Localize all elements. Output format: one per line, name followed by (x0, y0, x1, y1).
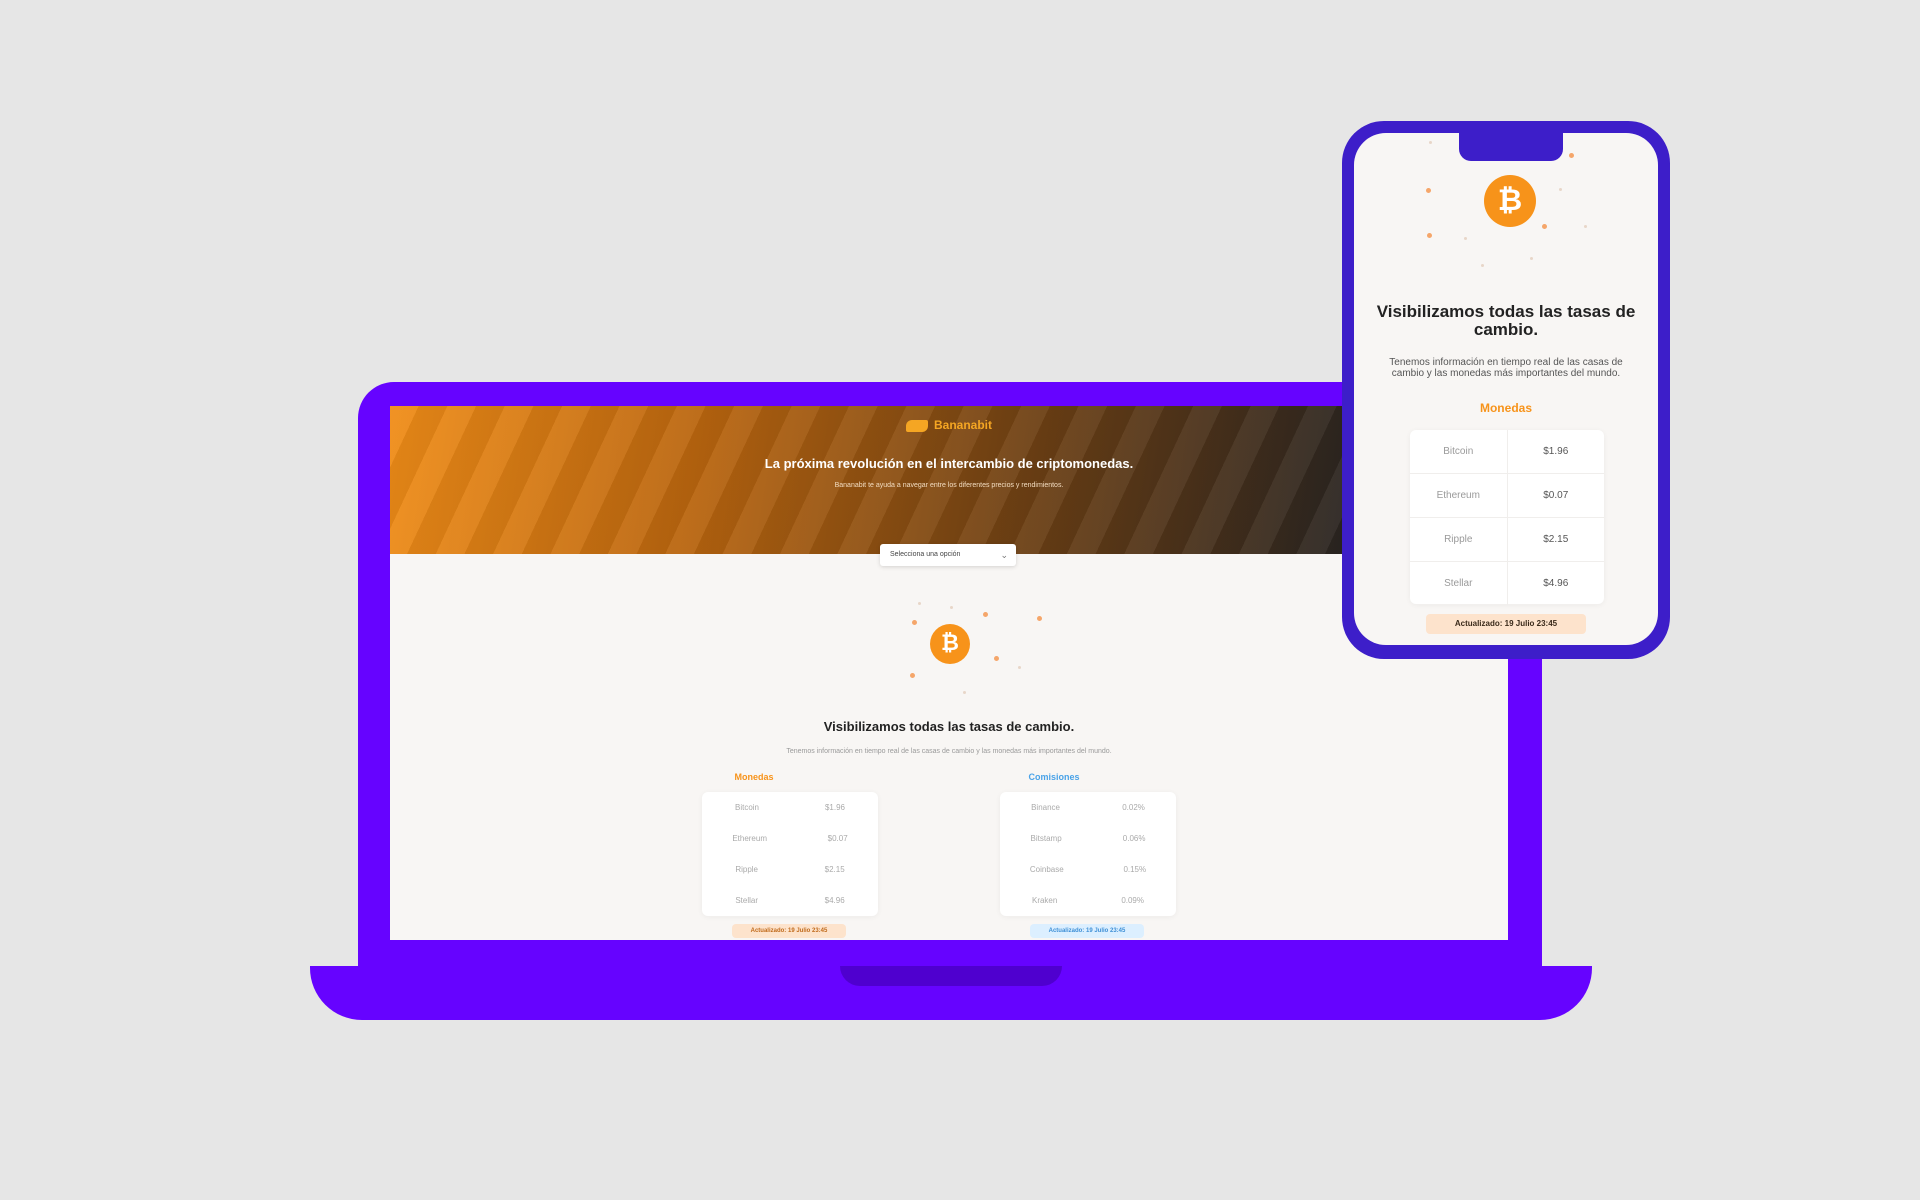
decor-dot (918, 602, 921, 605)
currency-select-value: Selecciona una opción (890, 551, 961, 558)
phone-updated-badge: Actualizado: 19 Julio 23:45 (1426, 614, 1586, 634)
table-row: Coinbase 0.15% (1029, 865, 1147, 874)
brand-logo[interactable]: Bananabit (390, 418, 1508, 432)
section-title: Visibilizamos todas las tasas de cambio. (823, 719, 1075, 734)
bitcoin-icon: ₿ (1484, 175, 1536, 227)
laptop-screen: Bananabit La próxima revolución en el in… (390, 406, 1508, 940)
table-row: Binance 0.02% (1031, 803, 1145, 812)
table-row: Stellar $4.96 (1410, 562, 1604, 605)
decor-dot (1426, 188, 1431, 193)
phone-section-title: Monedas (1479, 401, 1532, 415)
phone-mockup: ₿ Visibilizamos todas las tasas de cambi… (1342, 121, 1670, 659)
phone-screen: ₿ Visibilizamos todas las tasas de cambi… (1354, 133, 1658, 645)
table-row: Bitcoin $1.96 (1410, 430, 1604, 474)
table-row: Ethereum $0.07 (732, 834, 848, 843)
decor-dot (1530, 257, 1533, 260)
currency-select[interactable]: Selecciona una opción ⌄ (880, 544, 1016, 566)
decor-dot (950, 606, 953, 609)
coins-title: Monedas (734, 772, 774, 782)
coins-table: Bitcoin $1.96 Ethereum $0.07 Ripple $2.15 S… (702, 792, 878, 916)
decor-dot (1481, 264, 1484, 267)
hero-banner: Bananabit La próxima revolución en el in… (390, 406, 1508, 554)
bitcoin-icon: ₿ (930, 624, 970, 664)
exchanges-updated-badge: Actualizado: 19 Julio 23:45 (1030, 924, 1144, 938)
decor-dot (983, 612, 988, 617)
decor-dot (1569, 153, 1574, 158)
decor-dot (1559, 188, 1562, 191)
decor-dot (994, 656, 999, 661)
table-row: Ripple $2.15 (1410, 518, 1604, 562)
hero-subtitle: Bananabit te ayuda a navegar entre los d… (834, 482, 1064, 489)
exchanges-title: Comisiones (1028, 772, 1080, 782)
decor-dot (963, 691, 966, 694)
decor-dot (1018, 666, 1021, 669)
decor-dot (1427, 233, 1432, 238)
chevron-down-icon: ⌄ (1000, 550, 1008, 560)
table-row: Ethereum $0.07 (1410, 474, 1604, 518)
table-row: Stellar $4.96 (735, 896, 845, 905)
decor-dot (912, 620, 917, 625)
banana-logo-icon (905, 419, 928, 432)
decor-dot (1429, 141, 1432, 144)
phone-subtitle: Tenemos información en tiempo real de la… (1389, 357, 1623, 379)
table-row: Bitcoin $1.96 (734, 803, 845, 812)
table-row: Ripple $2.15 (735, 865, 845, 874)
coins-updated-badge: Actualizado: 19 Julio 23:45 (732, 924, 846, 938)
hero-title: La próxima revolución en el intercambio … (764, 456, 1134, 471)
laptop-base (310, 966, 1592, 1020)
phone-coins-table: Bitcoin $1.96 Ethereum $0.07 Ripple $2.15 S… (1410, 430, 1604, 605)
section-subtitle: Tenemos información en tiempo real de la… (786, 748, 1112, 755)
exchanges-table: Binance 0.02% Bitstamp 0.06% Coinbase 0.15%… (1000, 792, 1176, 916)
decor-dot (1542, 224, 1547, 229)
table-row: Kraken 0.09% (1031, 896, 1144, 905)
brand-name: Bananabit (933, 418, 992, 432)
phone-notch (1459, 133, 1563, 161)
decor-dot (1584, 225, 1587, 228)
laptop-notch (840, 966, 1062, 986)
decor-dot (910, 673, 915, 678)
table-row: Bitstamp 0.06% (1030, 834, 1146, 843)
decor-dot (1464, 237, 1467, 240)
decor-dot (1037, 616, 1042, 621)
phone-title: Visibilizamos todas las tasas de cambio. (1376, 302, 1636, 339)
